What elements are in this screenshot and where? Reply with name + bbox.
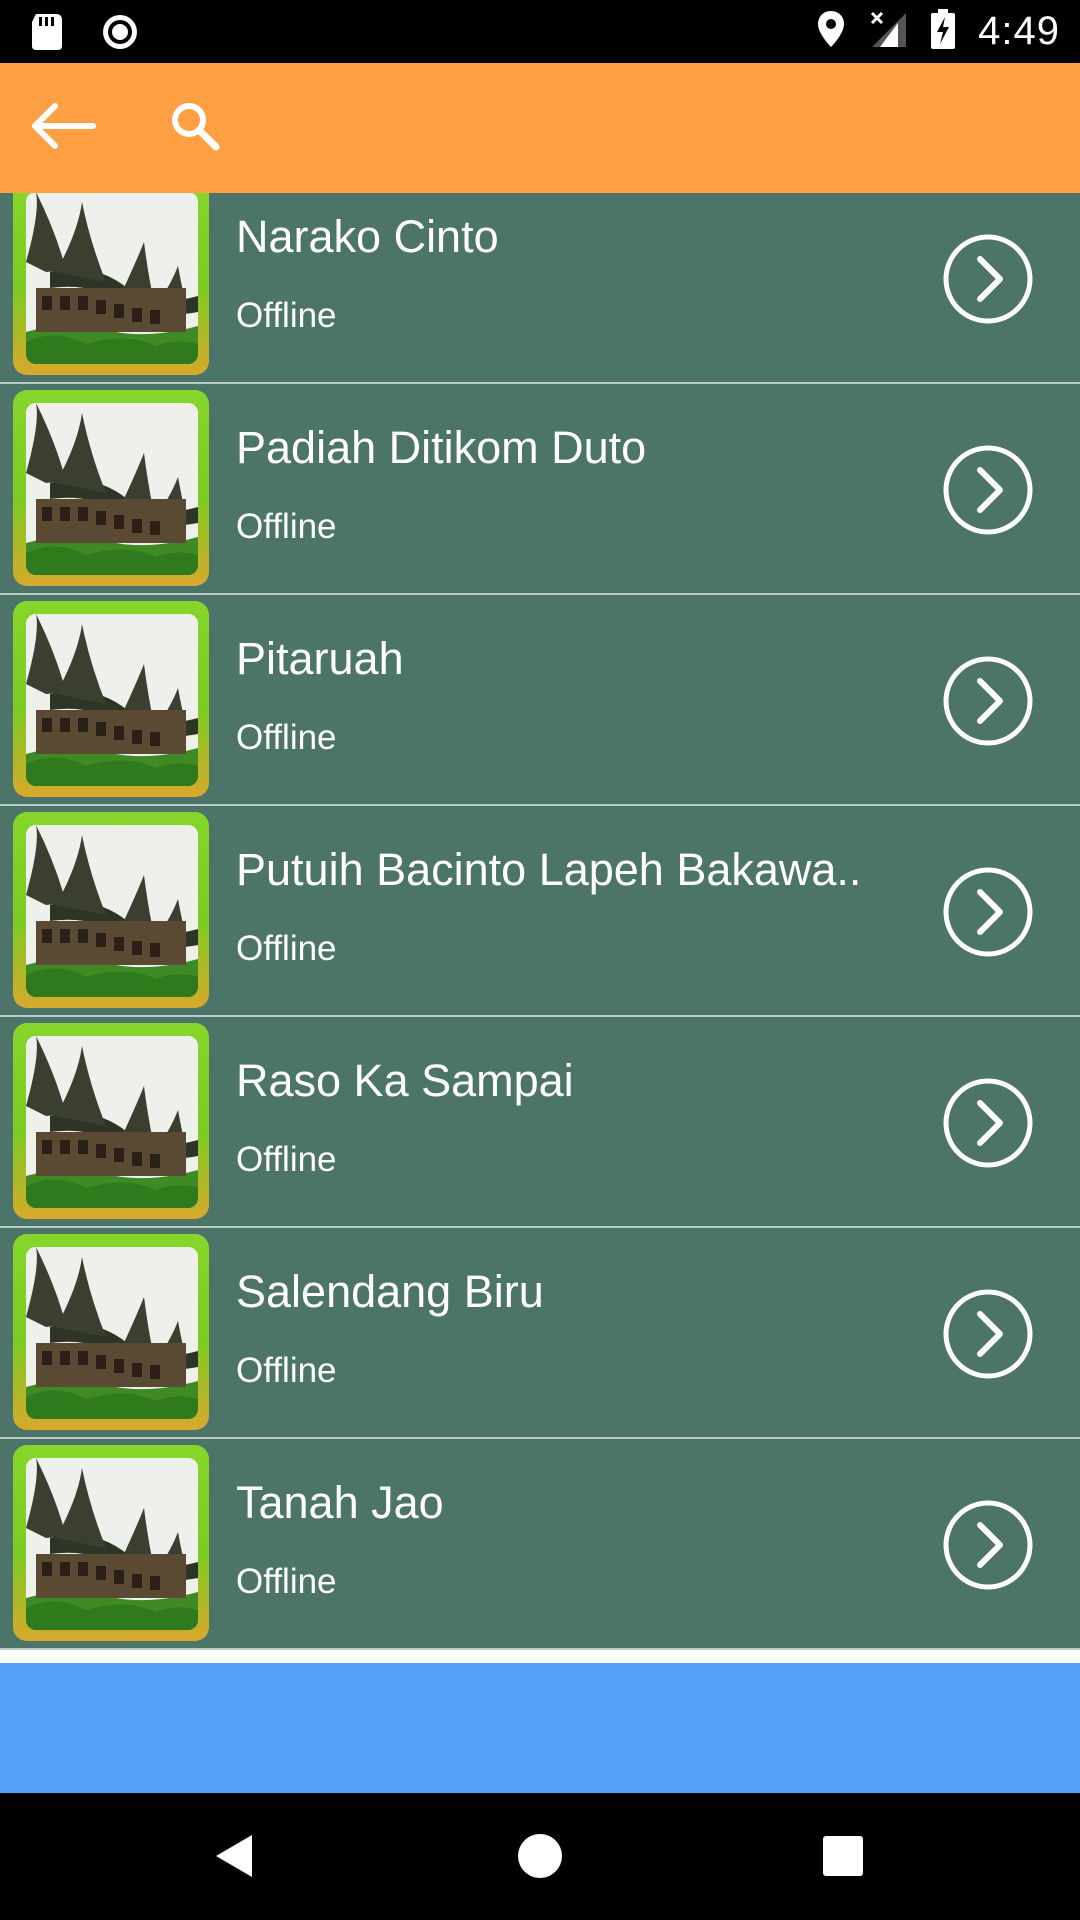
list-item[interactable]: Salendang Biru Offline [0,1228,1080,1439]
list-item[interactable]: Narako Cinto Offline [0,193,1080,384]
app-bar [0,63,1080,193]
list-item[interactable]: Tanah Jao Offline [0,1439,1080,1650]
back-arrow-icon [27,101,97,156]
song-status: Offline [236,1140,337,1179]
song-title: Putuih Bacinto Lapeh Bakawa.. [236,844,862,895]
nav-back-button[interactable] [200,1823,270,1893]
chevron-right-icon[interactable] [942,1077,1034,1169]
status-bar: 4:49 [0,0,1080,63]
song-status: Offline [236,1351,337,1390]
search-icon [169,100,221,157]
song-title: Narako Cinto [236,211,499,262]
chevron-right-icon[interactable] [942,1288,1034,1380]
chevron-right-icon[interactable] [942,866,1034,958]
song-status: Offline [236,296,337,335]
song-thumbnail [13,601,209,797]
song-thumbnail [13,1445,209,1641]
song-status: Offline [236,929,337,968]
chevron-right-icon[interactable] [942,1499,1034,1591]
location-icon [816,9,846,54]
song-thumbnail [13,193,209,375]
song-title: Raso Ka Sampai [236,1055,574,1106]
song-title: Salendang Biru [236,1266,544,1317]
song-thumbnail [13,812,209,1008]
recents-square-icon [818,1831,868,1886]
rumah-gadang-image [26,1247,198,1419]
record-icon [100,12,140,57]
rumah-gadang-image [26,614,198,786]
navigation-bar [0,1793,1080,1920]
ad-banner[interactable] [0,1663,1080,1793]
chevron-right-icon[interactable] [942,655,1034,747]
rumah-gadang-image [26,825,198,997]
signal-icon [868,9,908,54]
home-circle-icon [515,1831,565,1886]
status-time: 4:49 [978,8,1060,53]
sd-card-icon [30,12,64,57]
chevron-right-icon[interactable] [942,233,1034,325]
list-item[interactable]: Putuih Bacinto Lapeh Bakawa.. Offline [0,806,1080,1017]
song-thumbnail [13,1234,209,1430]
song-title: Padiah Ditikom Duto [236,422,647,473]
back-triangle-icon [210,1831,260,1886]
song-title: Pitaruah [236,633,404,684]
rumah-gadang-image [26,403,198,575]
song-title: Tanah Jao [236,1477,444,1528]
nav-home-button[interactable] [505,1823,575,1893]
status-left-icons [30,12,140,57]
list-item[interactable]: Raso Ka Sampai Offline [0,1017,1080,1228]
rumah-gadang-image [26,1458,198,1630]
song-list: Narako Cinto Offline Padiah Ditikom Duto Of… [0,193,1080,1650]
list-item[interactable]: Padiah Ditikom Duto Offline [0,384,1080,595]
song-thumbnail [13,1023,209,1219]
rumah-gadang-image [26,1036,198,1208]
list-item[interactable]: Pitaruah Offline [0,595,1080,806]
app-screen: 4:49 Narako Cinto Offline Padiah Ditikom D… [0,0,1080,1920]
battery-charging-icon [930,8,956,55]
status-right-icons: 4:49 [816,8,1060,54]
chevron-right-icon[interactable] [942,444,1034,536]
rumah-gadang-image [26,193,198,364]
back-button[interactable] [22,93,102,163]
song-thumbnail [13,390,209,586]
search-button[interactable] [160,93,230,163]
song-status: Offline [236,1562,337,1601]
song-status: Offline [236,507,337,546]
song-status: Offline [236,718,337,757]
nav-recents-button[interactable] [808,1823,878,1893]
